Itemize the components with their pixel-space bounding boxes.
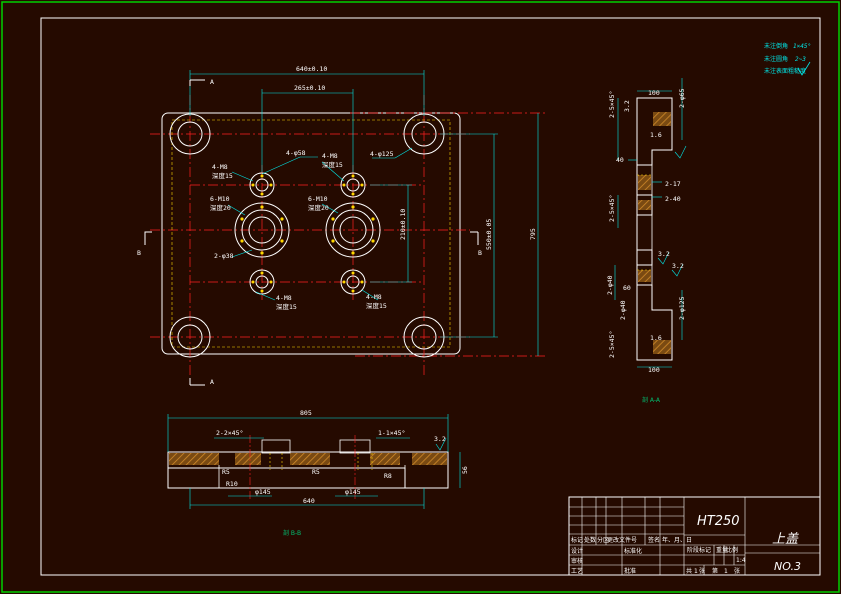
- label-6-m10-l-sub: 深度20: [210, 203, 231, 212]
- note-label-2: 未注圆角: [764, 55, 788, 63]
- tb-sheet-total: 共: [686, 567, 692, 575]
- dim-a-40: 40: [616, 156, 624, 164]
- label-4-m8-tl-sub: 深度15: [212, 171, 233, 180]
- dim-a-2-40: 2-40: [665, 195, 681, 203]
- hatch-a-mid1: [638, 175, 651, 190]
- dim-a-2-45-b: 2-5×45°: [608, 195, 616, 222]
- label-4-m8-br: 4-M8: [366, 293, 382, 301]
- dim-b-r5-l: R5: [222, 468, 230, 476]
- tb-h-date: 年、月、日: [662, 536, 692, 544]
- label-4-m8-br-sub: 深度15: [366, 301, 387, 310]
- dim-b-56: 56: [461, 466, 469, 474]
- label-6-m10-r: 6-M10: [308, 195, 328, 203]
- tb-drawing-no: NO.3: [774, 560, 801, 573]
- tb-r-checker: 审核: [571, 557, 583, 565]
- tb-stage-mark: 阶段标记: [687, 546, 711, 554]
- dim-a-32: 3.2: [623, 100, 631, 112]
- cut-label-b-left: B: [137, 249, 141, 257]
- section-b-title: 剖 B-B: [283, 529, 301, 537]
- dim-outer-height: 550±0.05: [485, 219, 493, 250]
- cut-label-b-right: B: [478, 249, 482, 257]
- dim-a-top-100: 100: [648, 89, 660, 97]
- drawing-canvas: 未注倒角 1×45° 未注圆角 2~3 未注表面粗糙度 A A B B 640±…: [0, 0, 841, 594]
- tb-h-sign: 签名: [648, 536, 660, 544]
- label-4-m8-tr: 4-M8: [322, 152, 338, 160]
- tb-h-count: 处数: [584, 536, 596, 544]
- dim-a-16b: 1.6: [650, 334, 662, 342]
- cut-label-a-top: A: [210, 78, 214, 86]
- dim-b-rough: 3.2: [434, 435, 446, 443]
- tb-h-mark: 标记: [571, 536, 583, 544]
- tb-r-standard: 标准化: [624, 547, 642, 555]
- dim-a-2-45-c: 2-5×45°: [608, 331, 616, 358]
- dim-b-r8: R8: [384, 472, 392, 480]
- hatch-b-mid2: [290, 453, 330, 465]
- title-block: 标记 处数 分区 更改文件号 签名 年、月、日 设计 标准化 审核 工艺 批准 …: [568, 496, 821, 576]
- dim-overall-width: 640±0.10: [296, 65, 327, 73]
- tb-r-designer: 设计: [571, 547, 583, 555]
- dim-a-60: 60: [623, 284, 631, 292]
- tb-sheet-cur-n: 1: [724, 568, 728, 575]
- label-4-d58: 4-φ58: [286, 149, 306, 157]
- general-notes: 未注倒角 1×45° 未注圆角 2~3 未注表面粗糙度: [764, 42, 811, 76]
- hatch-a-top: [653, 112, 671, 126]
- dim-a-rough-b: 3.2: [672, 262, 684, 270]
- dim-a-2-d125: 2-φ125: [678, 296, 686, 320]
- dim-b-r10: R10: [226, 480, 238, 488]
- hatch-a-mid2: [638, 200, 651, 210]
- dim-a-2-d65: 2-φ65: [678, 88, 686, 108]
- hatch-b-right: [412, 453, 447, 465]
- note-value-1: 1×45°: [793, 43, 811, 50]
- dim-inner-height: 210±0.10: [399, 209, 407, 240]
- label-6-m10-l: 6-M10: [210, 195, 230, 203]
- label-6-m10-r-sub: 深度20: [308, 203, 329, 212]
- dim-a-rough-a: 3.2: [658, 250, 670, 258]
- section-a-title: 剖 A-A: [642, 396, 661, 404]
- tb-r-process: 工艺: [571, 567, 583, 575]
- note-label-1: 未注倒角: [764, 42, 788, 50]
- tb-sheet-no: 张: [699, 567, 705, 575]
- dim-b-1-1x45: 1-1×45°: [378, 429, 405, 437]
- dim-inner-width: 265±0.10: [294, 84, 325, 92]
- label-4-m8-tl: 4-M8: [212, 163, 228, 171]
- dim-b-d145-r: φ145: [345, 488, 361, 496]
- tb-material: HT250: [697, 514, 740, 529]
- label-4-m8-bl-sub: 深度15: [276, 302, 297, 311]
- tb-h-change: 更改文件号: [607, 536, 637, 544]
- hatch-b-mid1: [235, 453, 261, 465]
- dim-a-2-d40: 2-φ40: [606, 275, 614, 295]
- tb-part-name: 上盖: [772, 532, 799, 547]
- hatch-a-bottom: [653, 340, 671, 354]
- dim-a-2-d40b: 2-φ40: [619, 300, 627, 320]
- cut-label-a-bottom: A: [210, 378, 214, 386]
- dim-b-r5-r: R5: [312, 468, 320, 476]
- tb-scale: 1:4: [736, 557, 746, 564]
- tb-sheet-cur: 第: [712, 567, 718, 575]
- tb-sheet-total-n: 1: [694, 568, 698, 575]
- label-2-d38: 2-φ38: [214, 252, 234, 260]
- dim-a-2-45-a: 2-5×45°: [608, 91, 616, 118]
- hatch-a-mid3: [638, 270, 651, 282]
- dim-b-805: 805: [300, 409, 312, 417]
- tb-sheet-cur-unit: 张: [734, 567, 740, 575]
- label-4-m8-bl: 4-M8: [276, 294, 292, 302]
- dim-a-2-17: 2-17: [665, 180, 681, 188]
- hatch-b-left: [169, 453, 219, 465]
- tb-r-approve: 批准: [624, 567, 636, 575]
- dim-total-height: 795: [529, 228, 537, 240]
- tb-ratio: 比例: [726, 546, 738, 554]
- label-4-m8-tr-sub: 深度15: [322, 160, 343, 169]
- label-4-d125: 4-φ125: [370, 150, 394, 158]
- dim-a-bottom-100: 100: [648, 366, 660, 374]
- hatch-b-mid3: [370, 453, 400, 465]
- note-value-2: 2~3: [795, 56, 806, 63]
- dim-b-2-2x45: 2-2×45°: [216, 429, 243, 437]
- dim-b-d145-l: φ145: [255, 488, 271, 496]
- dim-a-16a: 1.6: [650, 131, 662, 139]
- dim-b-640: 640: [303, 497, 315, 505]
